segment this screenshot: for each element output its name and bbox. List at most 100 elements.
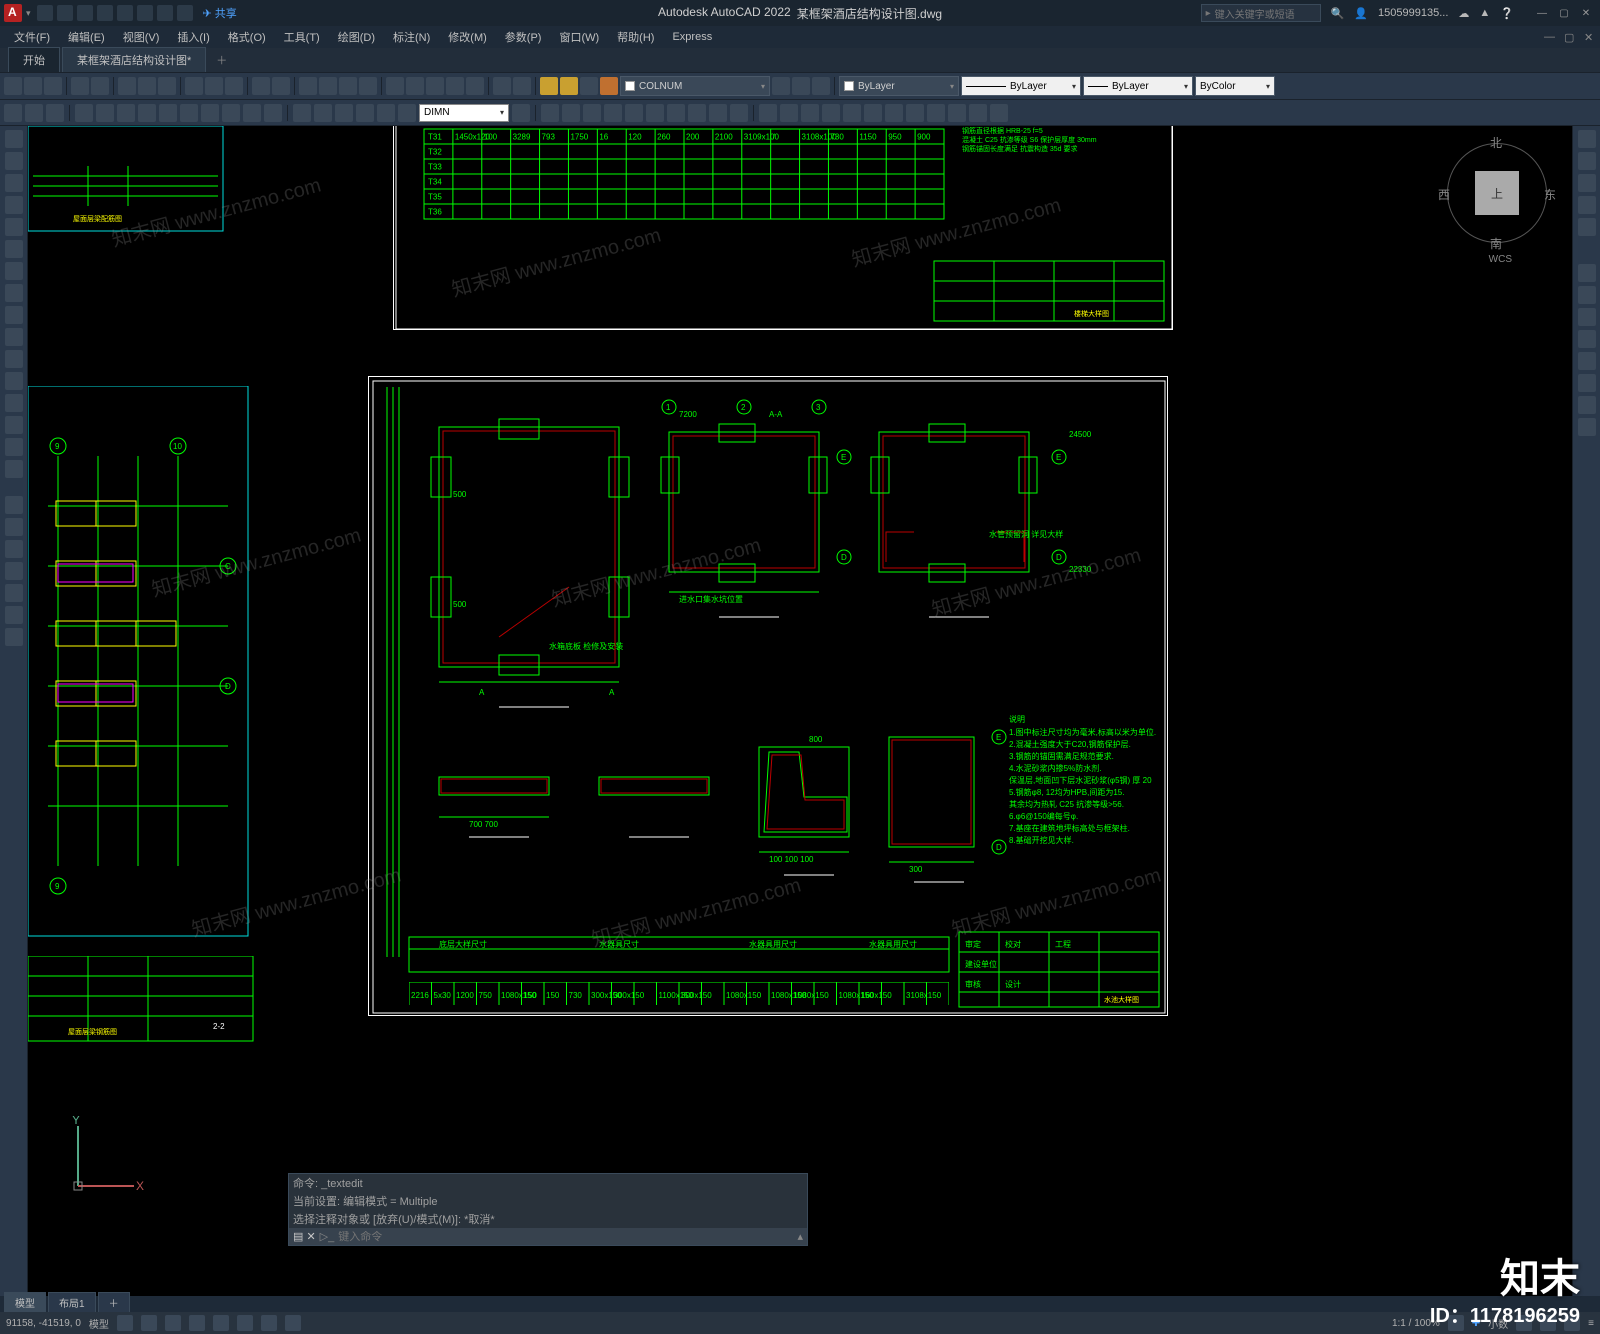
menu-help[interactable]: 帮助(H) [609,27,662,47]
menu-insert[interactable]: 插入(I) [169,27,217,47]
redo-icon[interactable] [177,5,193,21]
layerp-icon[interactable] [792,77,810,95]
menu-format[interactable]: 格式(O) [220,27,274,47]
menu-icon[interactable]: ≡ [1588,1318,1594,1329]
layer-combo[interactable]: COLNUM▾ [620,76,770,96]
menu-draw[interactable]: 绘图(D) [330,27,383,47]
r4-icon[interactable] [1578,330,1596,348]
cmd-expand-icon[interactable]: ▴ [797,1230,803,1243]
child-close-button[interactable]: ✕ [1576,29,1594,46]
user-icon[interactable]: 👤 [1354,7,1368,20]
undo-icon[interactable] [157,5,173,21]
menu-dim[interactable]: 标注(N) [385,27,438,47]
offset-icon[interactable] [5,584,23,602]
r3-icon[interactable] [1578,308,1596,326]
save2-icon[interactable] [44,77,62,95]
lock-icon[interactable] [600,77,618,95]
layer-icon[interactable] [513,77,531,95]
wcs-label[interactable]: WCS [1489,254,1512,265]
dd-icon[interactable] [138,104,156,122]
tp-icon[interactable] [426,77,444,95]
djog-icon[interactable] [222,104,240,122]
plot-icon[interactable] [137,5,153,21]
menu-modify[interactable]: 修改(M) [440,27,495,47]
mirror-icon[interactable] [5,562,23,580]
t3-icon[interactable] [46,104,64,122]
r5-icon[interactable] [1578,352,1596,370]
ortho-toggle-icon[interactable] [165,1315,181,1331]
layeriso-icon[interactable] [812,77,830,95]
drawing-canvas[interactable]: 屋面层梁配筋图 楼梯大样图 T31T32T33T34T35T361450x120… [28,126,1572,1296]
tab-add[interactable]: ＋ [208,48,235,72]
orbit-icon[interactable] [1578,196,1596,214]
menu-express[interactable]: Express [664,29,720,45]
text-icon[interactable] [5,460,23,478]
m1-icon[interactable] [541,104,559,122]
match-icon[interactable] [185,77,203,95]
snap-toggle-icon[interactable] [141,1315,157,1331]
dr-icon[interactable] [117,104,135,122]
e11-icon[interactable] [969,104,987,122]
otrack-toggle-icon[interactable] [237,1315,253,1331]
dord-icon[interactable] [201,104,219,122]
cloud-icon[interactable]: ☁ [1458,7,1469,20]
freeze-icon[interactable] [580,77,598,95]
pan-icon[interactable] [299,77,317,95]
print-icon[interactable] [71,77,89,95]
ellipse-icon[interactable] [5,240,23,258]
color-combo[interactable]: ByLayer▾ [839,76,959,96]
m7-icon[interactable] [667,104,685,122]
din-icon[interactable] [335,104,353,122]
search-icon[interactable]: 🔍 [1331,7,1345,20]
darc-icon[interactable] [180,104,198,122]
extend-icon[interactable] [5,628,23,646]
redo2-icon[interactable] [272,77,290,95]
mk-icon[interactable] [466,77,484,95]
pline-icon[interactable] [5,152,23,170]
poly-icon[interactable] [5,262,23,280]
dre-icon[interactable] [398,104,416,122]
tab-layout-add[interactable]: ＋ [98,1292,130,1313]
max-button[interactable]: ▢ [1554,5,1574,21]
dto-icon[interactable] [293,104,311,122]
child-max-button[interactable]: ▢ [1556,29,1574,46]
linetype-combo[interactable]: ByLayer▾ [961,76,1081,96]
cmd-handle-icon[interactable]: ▤ ✕ [293,1230,316,1243]
show-icon[interactable] [1578,218,1596,236]
polar-toggle-icon[interactable] [189,1315,205,1331]
move-icon[interactable] [5,496,23,514]
dl-icon[interactable] [75,104,93,122]
min-button[interactable]: — [1532,5,1552,21]
command-input[interactable] [338,1231,793,1243]
lineweight-combo[interactable]: ByLayer▾ [1083,76,1193,96]
layermgr-icon[interactable] [772,77,790,95]
dce-icon[interactable] [314,104,332,122]
arc-icon[interactable] [5,196,23,214]
help-icon[interactable]: ❔ [1500,7,1514,20]
copy3-icon[interactable] [5,518,23,536]
r1-icon[interactable] [1578,264,1596,282]
bulb-icon[interactable] [560,77,578,95]
dms-icon[interactable] [512,104,530,122]
new2-icon[interactable] [4,77,22,95]
apps-icon[interactable]: ▲ [1479,7,1490,19]
dbas-icon[interactable] [243,104,261,122]
undo2-icon[interactable] [252,77,270,95]
region-icon[interactable] [5,394,23,412]
zoom-icon[interactable] [319,77,337,95]
xline-icon[interactable] [5,306,23,324]
point-icon[interactable] [5,350,23,368]
e10-icon[interactable] [948,104,966,122]
circle-icon[interactable] [5,174,23,192]
spline-icon[interactable] [5,284,23,302]
menu-tools[interactable]: 工具(T) [276,27,328,47]
r6-icon[interactable] [1578,374,1596,392]
dcon-icon[interactable] [264,104,282,122]
m2-icon[interactable] [562,104,580,122]
trim-icon[interactable] [5,606,23,624]
dob-icon[interactable] [356,104,374,122]
m6-icon[interactable] [646,104,664,122]
block2-icon[interactable] [225,77,243,95]
close-button[interactable]: ✕ [1576,5,1596,21]
trans-toggle-icon[interactable] [285,1315,301,1331]
